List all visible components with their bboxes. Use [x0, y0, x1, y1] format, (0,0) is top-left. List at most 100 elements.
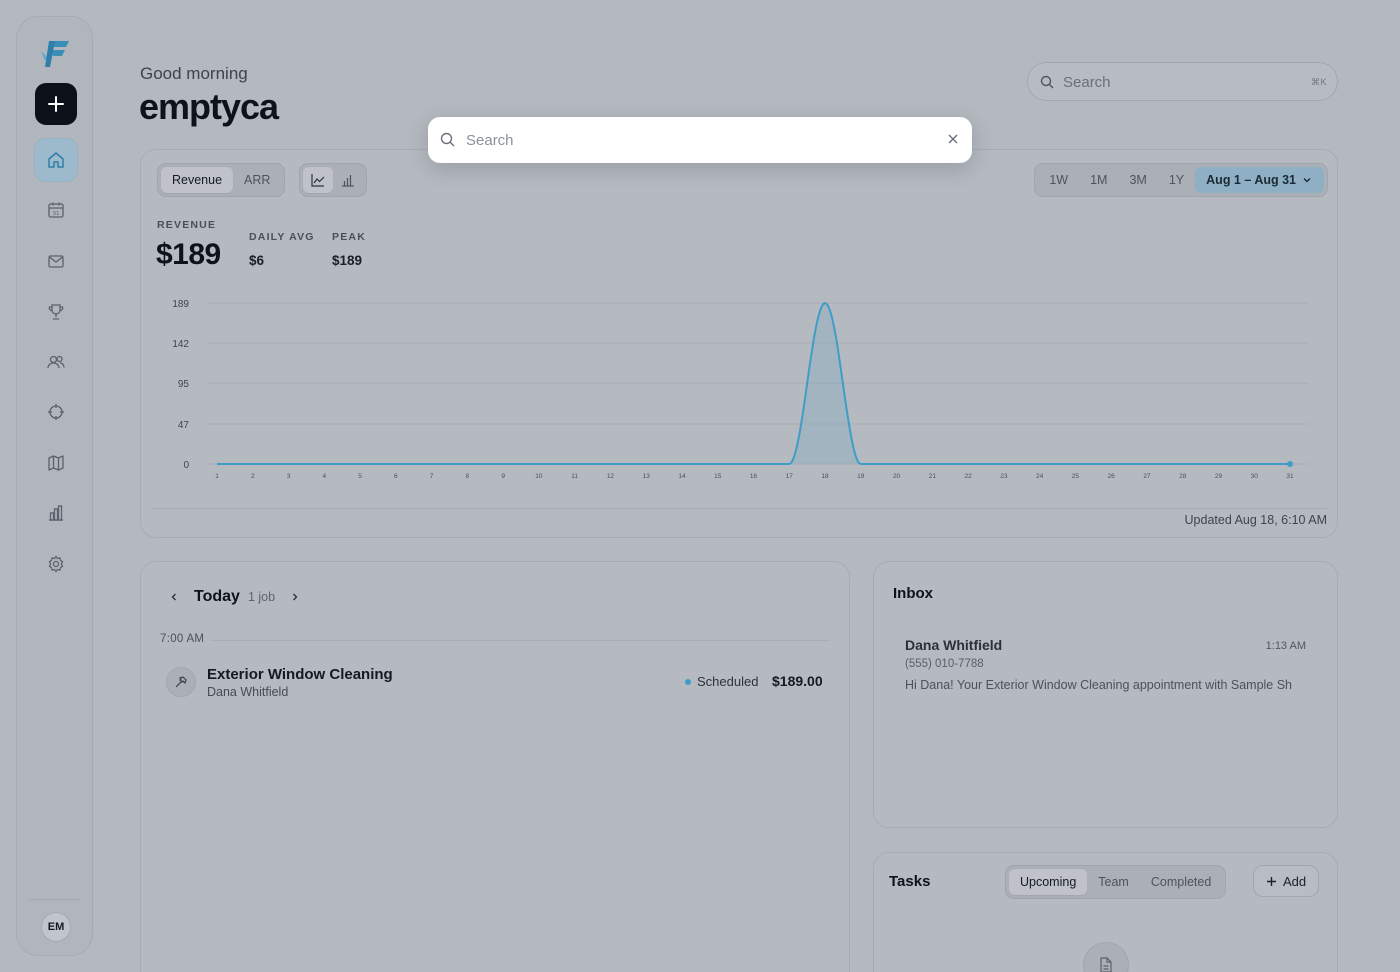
add-task-label: Add: [1283, 873, 1307, 889]
x-tick-label: 22: [964, 473, 972, 480]
x-tick-label: 12: [607, 473, 615, 480]
trophy-icon: [48, 304, 64, 320]
x-tick-label: 1: [215, 473, 219, 480]
job-count: 1 job: [247, 590, 276, 604]
schedule-card: Today 1 job 7:00 AM Exterior Window Clea…: [140, 561, 850, 972]
sidebar: 31 EM: [16, 16, 93, 956]
y-tick-label: 95: [178, 379, 190, 390]
message-time: 1:13 AM: [1265, 640, 1306, 652]
sidebar-item-targets[interactable]: [34, 390, 78, 434]
tasks-title: Tasks: [889, 873, 931, 890]
x-tick-label: 9: [501, 473, 505, 480]
gear-icon: [48, 555, 64, 573]
crosshair-icon: [48, 404, 64, 420]
y-tick-label: 189: [172, 299, 189, 310]
sidebar-item-inbox[interactable]: [34, 239, 78, 283]
plus-icon: [1267, 876, 1276, 886]
greeting: Good morning: [140, 64, 248, 83]
schedule-header: Today 1 job: [168, 588, 301, 606]
map-icon: [48, 455, 64, 471]
search-icon: [1040, 75, 1054, 89]
search-modal-input[interactable]: [466, 125, 936, 155]
add-task-button[interactable]: Add: [1253, 865, 1320, 897]
x-tick-label: 4: [322, 473, 326, 480]
status-dot: [685, 678, 691, 685]
home-icon: [48, 152, 64, 168]
tasks-tabs: Upcoming Team Completed: [1005, 865, 1227, 899]
status-badge: Scheduled: [685, 674, 758, 689]
x-tick-label: 7: [430, 473, 434, 480]
x-tick-label: 29: [1215, 473, 1223, 480]
x-tick-label: 3: [287, 473, 291, 480]
x-tick-label: 16: [750, 473, 758, 480]
sidebar-item-rewards[interactable]: [34, 290, 78, 334]
message-preview: Hi Dana! Your Exterior Window Cleaning a…: [905, 678, 1293, 692]
chevron-right-icon[interactable]: [289, 591, 301, 603]
document-icon: [1100, 957, 1112, 972]
updated-timestamp: Updated Aug 18, 6:10 AM: [1184, 513, 1327, 527]
y-tick-label: 47: [178, 420, 190, 431]
sidebar-item-reports[interactable]: [34, 491, 78, 535]
x-tick-label: 26: [1108, 473, 1116, 480]
search-modal: [428, 117, 972, 163]
search-input[interactable]: Search ⌘K: [1027, 62, 1338, 101]
x-tick-label: 19: [857, 473, 865, 480]
sidebar-item-calendar[interactable]: 31: [34, 188, 78, 232]
sidebar-item-map[interactable]: [34, 441, 78, 485]
x-tick-label: 30: [1251, 473, 1259, 480]
x-tick-label: 25: [1072, 473, 1080, 480]
inbox-title: Inbox: [893, 585, 933, 602]
bar-chart-icon: [49, 505, 63, 521]
calendar-icon: 31: [48, 202, 64, 218]
sidebar-item-settings[interactable]: [34, 542, 78, 586]
sidebar-item-home[interactable]: [34, 138, 78, 182]
avatar[interactable]: EM: [41, 912, 71, 942]
revenue-chart: 047951421891 2 3 4 5 6 7 8 9 10 11 12 13 14 15 16 17 18 19…: [172, 299, 1309, 480]
x-tick-label: 2: [251, 473, 255, 480]
chevron-left-icon[interactable]: [168, 591, 180, 603]
add-button[interactable]: [35, 83, 77, 125]
x-tick-label: 5: [358, 473, 362, 480]
x-tick-label: 13: [643, 473, 651, 480]
schedule-title: Today: [194, 588, 240, 605]
sidebar-divider: [29, 899, 80, 900]
job-price: $189.00: [772, 673, 823, 689]
status-label: Scheduled: [697, 674, 759, 689]
users-icon: [47, 355, 65, 369]
sidebar-item-clients[interactable]: [34, 340, 78, 384]
y-tick-label: 0: [183, 460, 189, 471]
x-tick-label: 21: [929, 473, 937, 480]
job-type-badge: [166, 667, 196, 697]
brand-logo-icon[interactable]: [39, 37, 73, 69]
x-tick-label: 28: [1179, 473, 1187, 480]
message-sender: Dana Whitfield: [905, 637, 1003, 653]
data-point: [1287, 461, 1293, 467]
x-tick-label: 11: [571, 473, 578, 480]
time-divider: [211, 640, 830, 641]
x-tick-label: 18: [821, 473, 829, 480]
x-tick-label: 27: [1143, 473, 1151, 480]
x-tick-label: 8: [466, 473, 470, 480]
search-placeholder: Search: [1063, 74, 1111, 91]
x-tick-label: 10: [535, 473, 543, 480]
hammer-icon: [175, 676, 187, 688]
tasks-card: Tasks Upcoming Team Completed Add: [873, 852, 1338, 972]
search-shortcut: ⌘K: [1310, 77, 1327, 87]
inbox-card: Inbox Dana Whitfield 1:13 AM (555) 010-7…: [873, 561, 1338, 828]
tab-team[interactable]: Team: [1087, 869, 1140, 895]
time-label: 7:00 AM: [160, 633, 205, 645]
empty-state-icon: [1083, 942, 1129, 972]
tab-upcoming[interactable]: Upcoming: [1009, 869, 1088, 895]
page-title: emptyca: [139, 86, 279, 127]
close-icon[interactable]: [946, 132, 960, 146]
plus-icon: [48, 96, 64, 112]
x-tick-label: 20: [893, 473, 901, 480]
tab-completed[interactable]: Completed: [1140, 869, 1222, 895]
job-client: Dana Whitfield: [207, 685, 289, 699]
message-phone: (555) 010-7788: [905, 658, 984, 670]
search-icon: [440, 132, 455, 147]
x-tick-label: 17: [786, 473, 794, 480]
job-title[interactable]: Exterior Window Cleaning: [207, 666, 393, 683]
card-divider: [151, 508, 1327, 509]
x-tick-label: 14: [678, 473, 686, 480]
